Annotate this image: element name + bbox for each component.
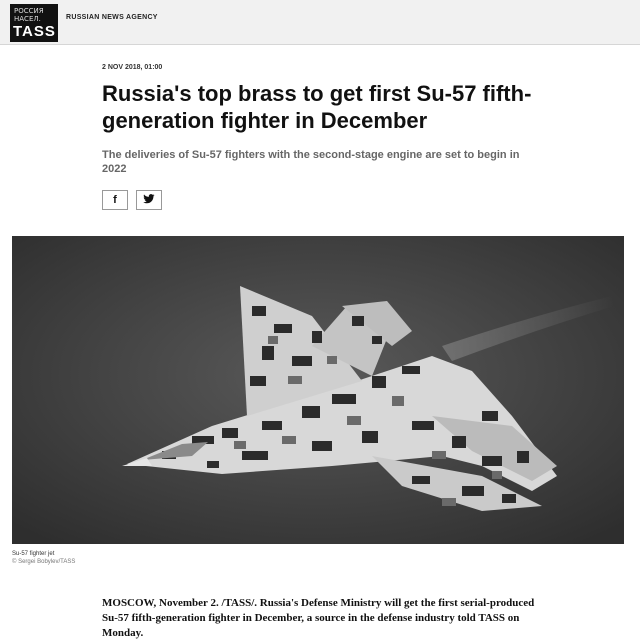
photo-caption: Su-57 fighter jet © Sergei Bobylev/TASS [12,550,75,566]
twitter-icon [143,193,155,207]
article-photo [12,236,624,544]
article-title: Russia's top brass to get first Su-57 fi… [102,81,532,133]
share-facebook-button[interactable]: f [102,190,128,210]
logo-small-text: РОССИЯ НАСЕЛ. [14,7,44,23]
tass-logo[interactable]: РОССИЯ НАСЕЛ. TASS [10,4,58,42]
article-lead: The deliveries of Su-57 fighters with th… [102,149,520,175]
agency-name: RUSSIAN NEWS AGENCY [66,14,158,21]
facebook-icon: f [113,194,117,206]
share-twitter-button[interactable] [136,190,162,210]
caption-text: Su-57 fighter jet [12,551,55,557]
fighter-jet-image [12,236,624,544]
photo-credit: © Sergei Bobylev/TASS [12,559,76,565]
logo-main-text: TASS [13,23,56,40]
article-body: MOSCOW, November 2. /TASS/. Russia's Def… [102,597,535,639]
article-date: 2 NOV 2018, 01:00 [102,64,163,71]
site-header: РОССИЯ НАСЕЛ. TASS RUSSIAN NEWS AGENCY [0,0,640,45]
